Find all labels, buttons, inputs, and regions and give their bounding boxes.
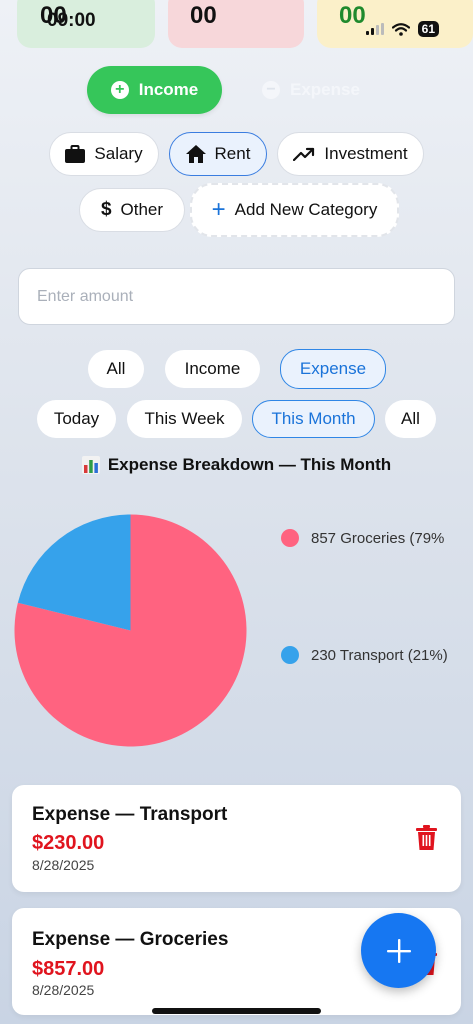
category-chip-label: Investment (324, 144, 408, 163)
add-category-label: Add New Category (234, 200, 378, 219)
category-chip-label: Rent (214, 144, 251, 163)
filter-period-this-month[interactable]: This Month (252, 400, 375, 438)
trending-up-icon (293, 147, 315, 161)
transaction-date: 8/28/2025 (32, 857, 95, 873)
transaction-card[interactable]: Expense — Transport $230.00 8/28/2025 (12, 785, 461, 892)
plus-icon: + (211, 196, 226, 223)
wifi-icon (391, 22, 410, 36)
battery-icon: 61 (417, 21, 439, 37)
plus-icon (386, 938, 411, 963)
transaction-title: Expense — Groceries (32, 929, 229, 950)
transaction-amount: $230.00 (32, 832, 105, 854)
transaction-date: 8/28/2025 (32, 982, 95, 998)
home-indicator[interactable] (152, 1008, 321, 1014)
expense-summary-card: 00 (168, 0, 304, 48)
transaction-title: Expense — Transport (32, 804, 228, 825)
filter-label: This Month (271, 409, 356, 428)
category-chip-label: Other (120, 200, 164, 219)
legend-label: 857 Groceries (79% (311, 529, 445, 547)
trash-icon[interactable] (416, 825, 437, 850)
balance-summary-value: 00 (339, 2, 366, 29)
status-icons: 61 (365, 21, 439, 37)
income-toggle-button[interactable]: + Income (87, 66, 222, 114)
legend-swatch (281, 529, 299, 547)
briefcase-icon (65, 145, 86, 163)
category-chip-other[interactable]: $ Other (79, 188, 185, 232)
legend-item-groceries: 857 Groceries (79% (281, 529, 444, 547)
category-chip-label: Salary (94, 144, 143, 163)
add-category-button[interactable]: + Add New Category (190, 183, 399, 237)
bar-chart-icon (81, 456, 100, 474)
balance-summary-card: 00 61 (317, 0, 473, 48)
filter-type-income[interactable]: Income (165, 350, 260, 388)
minus-circle-icon: − (262, 81, 280, 99)
filter-period-today[interactable]: Today (37, 400, 116, 438)
plus-circle-icon: + (110, 81, 129, 99)
filter-period-this-week[interactable]: This Week (127, 400, 242, 438)
filter-label: Today (53, 409, 100, 428)
filter-type-all[interactable]: All (88, 350, 144, 388)
expense-toggle-label: Expense (290, 80, 360, 99)
filter-period-all[interactable]: All (385, 400, 436, 438)
legend-label: 230 Transport (21%) (311, 646, 448, 664)
transaction-amount: $857.00 (32, 958, 105, 980)
category-chip-salary[interactable]: Salary (49, 132, 159, 176)
filter-label: All (106, 359, 126, 378)
filter-label: All (401, 409, 420, 428)
expense-toggle-button[interactable]: − Expense (262, 66, 372, 114)
income-toggle-label: Income (138, 80, 199, 99)
amount-placeholder: Enter amount (37, 287, 134, 305)
home-icon (185, 145, 206, 163)
amount-input[interactable]: Enter amount (18, 268, 455, 325)
dollar-icon: $ (100, 199, 112, 220)
breakdown-title: Expense Breakdown — This Month (0, 455, 473, 475)
legend-item-transport: 230 Transport (21%) (281, 646, 448, 664)
category-chip-rent[interactable]: Rent (169, 132, 267, 176)
filter-type-expense[interactable]: Expense (280, 349, 386, 389)
signal-icon (365, 23, 384, 35)
filter-label: Income (184, 359, 241, 378)
status-time: 09:00 (47, 10, 96, 31)
expense-pie-chart (14, 514, 247, 747)
add-transaction-fab[interactable] (361, 913, 436, 988)
income-summary-card: 00 09:00 (17, 0, 155, 48)
filter-label: This Week (144, 409, 225, 428)
filter-label: Expense (299, 359, 367, 378)
legend-swatch (281, 646, 299, 664)
expense-summary-value: 00 (190, 2, 217, 29)
breakdown-title-text: Expense Breakdown — This Month (107, 455, 392, 474)
category-chip-investment[interactable]: Investment (277, 132, 424, 176)
